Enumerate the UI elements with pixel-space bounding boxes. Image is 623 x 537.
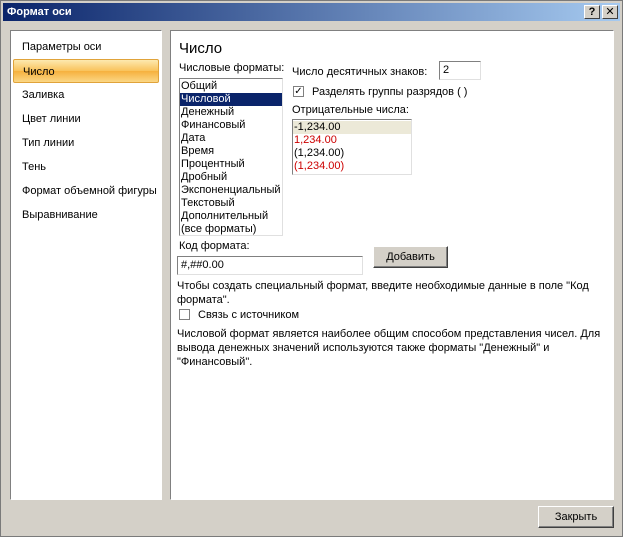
- list-item[interactable]: Денежный: [180, 106, 282, 119]
- format-axis-dialog: Формат оси ? ✕ Параметры оси Число Залив…: [0, 0, 623, 537]
- category-nav: Параметры оси Число Заливка Цвет линии Т…: [10, 30, 162, 500]
- nav-item-number[interactable]: Число: [13, 59, 159, 83]
- add-button[interactable]: Добавить: [373, 246, 448, 268]
- formats-label: Числовые форматы:: [179, 62, 285, 74]
- close-icon[interactable]: ✕: [602, 5, 618, 19]
- list-item[interactable]: Процентный: [180, 158, 282, 171]
- nav-item-alignment[interactable]: Выравнивание: [11, 203, 161, 227]
- nav-item-line-color[interactable]: Цвет линии: [11, 107, 161, 131]
- list-item[interactable]: Экспоненциальный: [180, 184, 282, 197]
- list-item[interactable]: (все форматы): [180, 223, 282, 235]
- separator-checkbox[interactable]: ✓: [293, 86, 304, 97]
- list-item[interactable]: (1,234.00): [293, 147, 411, 160]
- link-source-checkbox[interactable]: [179, 309, 190, 320]
- list-item[interactable]: Дополнительный: [180, 210, 282, 223]
- hint-text: Чтобы создать специальный формат, введит…: [177, 280, 589, 306]
- nav-item-axis-options[interactable]: Параметры оси: [11, 35, 161, 59]
- nav-item-fill[interactable]: Заливка: [11, 83, 161, 107]
- list-item[interactable]: Дата: [180, 132, 282, 145]
- number-format-list[interactable]: Общий Числовой Денежный Финансовый Дата …: [179, 78, 283, 236]
- list-item[interactable]: Дробный: [180, 171, 282, 184]
- section-title: Число: [179, 40, 223, 57]
- decimals-label: Число десятичных знаков:: [292, 66, 428, 78]
- list-item[interactable]: (1,234.00): [293, 160, 411, 173]
- format-code-input[interactable]: #,##0.00: [177, 256, 363, 275]
- list-item[interactable]: Числовой: [180, 93, 282, 106]
- description-text: Числовой формат является наиболее общим …: [177, 328, 601, 368]
- nav-item-shadow[interactable]: Тень: [11, 155, 161, 179]
- link-source-label: Связь с источником: [198, 309, 300, 321]
- list-item[interactable]: 1,234.00: [293, 134, 411, 147]
- list-item[interactable]: -1,234.00: [293, 121, 411, 134]
- list-item[interactable]: Финансовый: [180, 119, 282, 132]
- close-button[interactable]: Закрыть: [538, 506, 614, 528]
- nav-item-3d-format[interactable]: Формат объемной фигуры: [11, 179, 161, 203]
- dialog-title: Формат оси: [7, 6, 72, 18]
- negative-numbers-label: Отрицательные числа:: [292, 104, 409, 116]
- help-button[interactable]: ?: [584, 5, 600, 19]
- title-bar: Формат оси ? ✕: [3, 3, 620, 21]
- negative-numbers-list[interactable]: -1,234.00 1,234.00 (1,234.00) (1,234.00): [292, 119, 412, 175]
- format-code-label: Код формата:: [179, 240, 250, 252]
- number-panel: Число Числовые форматы: Общий Числовой Д…: [170, 30, 614, 500]
- list-item[interactable]: Время: [180, 145, 282, 158]
- decimals-input[interactable]: 2: [439, 61, 481, 80]
- list-item[interactable]: Общий: [180, 80, 282, 93]
- nav-item-line-style[interactable]: Тип линии: [11, 131, 161, 155]
- separator-label: Разделять группы разрядов ( ): [312, 86, 468, 98]
- list-item[interactable]: Текстовый: [180, 197, 282, 210]
